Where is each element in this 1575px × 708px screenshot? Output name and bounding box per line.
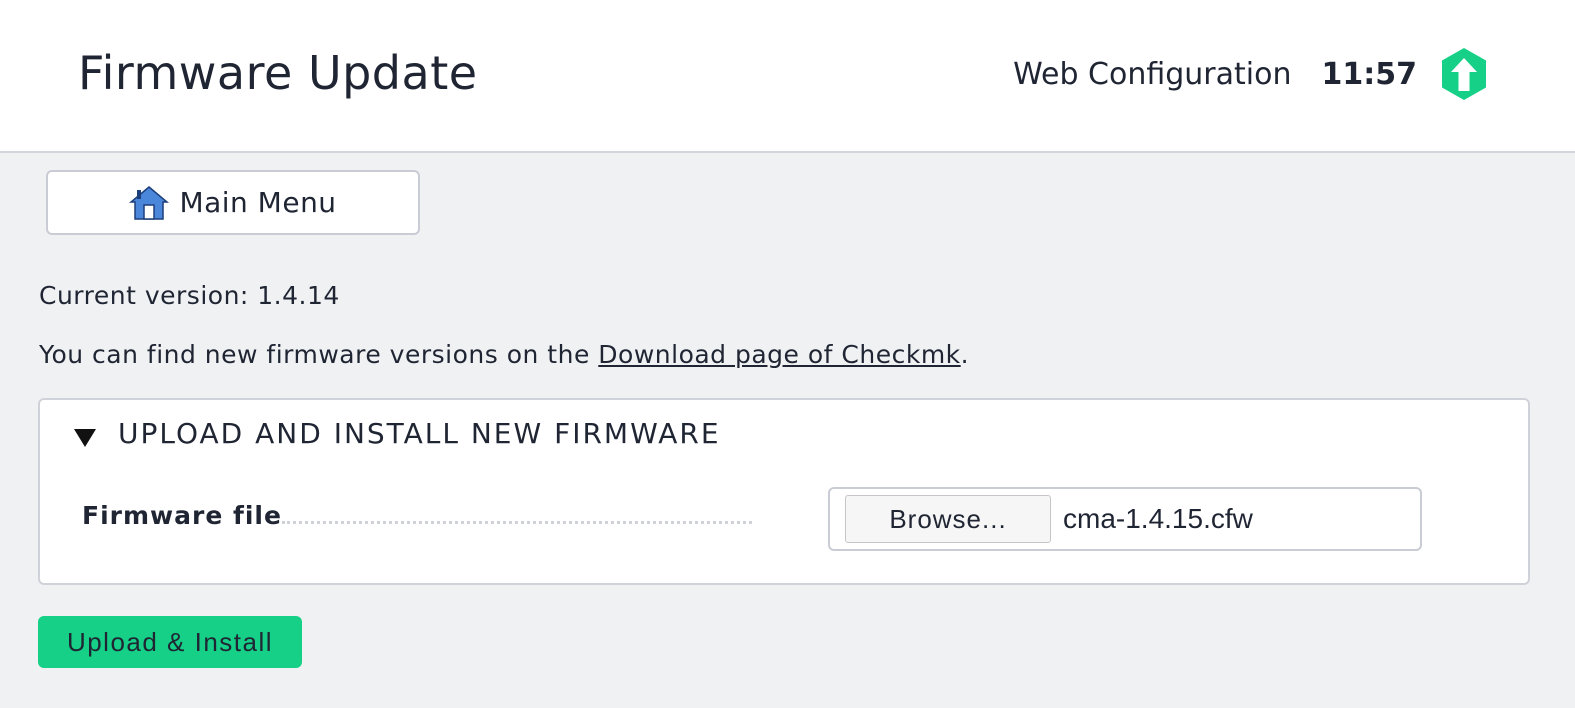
page-header: Firmware Update Web Configuration 11:57 <box>0 0 1575 153</box>
triangle-down-icon <box>74 429 96 447</box>
app-name: Web Configuration <box>1013 56 1292 92</box>
section-title: UPLOAD AND INSTALL NEW FIRMWARE <box>118 417 721 450</box>
checkmk-logo-icon[interactable] <box>1439 46 1489 102</box>
main-menu-button[interactable]: Main Menu <box>46 170 420 235</box>
firmware-file-label: Firmware file <box>82 501 282 530</box>
section-header[interactable]: UPLOAD AND INSTALL NEW FIRMWARE <box>74 416 721 452</box>
info-suffix: . <box>960 340 970 369</box>
download-info-text: You can find new firmware versions on th… <box>39 338 969 372</box>
header-right: Web Configuration 11:57 <box>1013 46 1489 102</box>
browse-button[interactable]: Browse... <box>845 495 1051 543</box>
selected-file-name: cma-1.4.15.cfw <box>1063 503 1253 534</box>
label-dots-divider <box>282 521 752 524</box>
current-version-text: Current version: 1.4.14 <box>39 281 340 310</box>
upload-firmware-section: UPLOAD AND INSTALL NEW FIRMWARE Firmware… <box>38 398 1530 585</box>
page-title: Firmware Update <box>78 46 478 100</box>
home-icon <box>129 185 170 220</box>
clock: 11:57 <box>1321 56 1418 92</box>
upload-install-button[interactable]: Upload & Install <box>38 616 302 668</box>
download-page-link[interactable]: Download page of Checkmk <box>598 340 960 369</box>
main-menu-label: Main Menu <box>179 186 337 219</box>
info-prefix: You can find new firmware versions on th… <box>39 340 599 369</box>
firmware-file-input[interactable]: Browse... cma-1.4.15.cfw <box>828 487 1422 551</box>
